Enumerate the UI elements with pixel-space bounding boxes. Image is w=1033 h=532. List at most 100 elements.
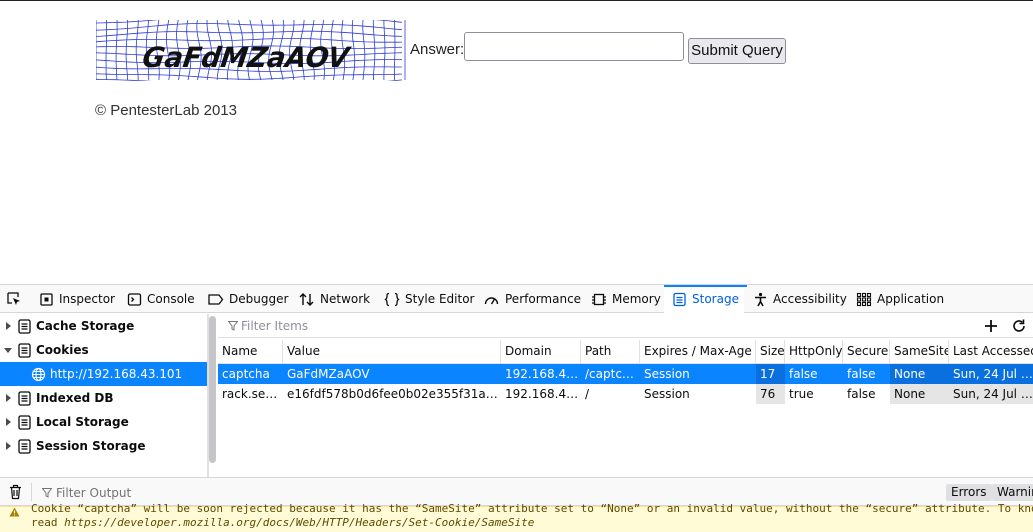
- inspector-icon: [40, 292, 53, 306]
- storage-db-icon: [18, 342, 31, 358]
- cell-samesite: None: [890, 384, 949, 404]
- tab-accessibility[interactable]: Accessibility: [753, 285, 847, 313]
- captcha-grid-line: [372, 20, 376, 81]
- table-row[interactable]: captcha GaFdMZaAOV 192.168.43.101 /captc…: [218, 364, 1033, 384]
- storage-icon: [673, 292, 686, 306]
- tab-style-editor[interactable]: Style Editor: [384, 285, 474, 313]
- chevron-down-icon[interactable]: [4, 346, 12, 354]
- style-editor-icon: [384, 292, 400, 306]
- chevron-right-icon[interactable]: [4, 418, 12, 426]
- tab-network-label: Network: [320, 292, 371, 306]
- storage-filter-bar: Filter Items: [218, 314, 1033, 338]
- captcha-grid-line: [96, 30, 403, 37]
- tab-console[interactable]: Console: [127, 285, 195, 313]
- column-header-samesite[interactable]: SameSite: [890, 340, 949, 364]
- cell-last-accessed: Sun, 24 Jul 2022: [949, 364, 1033, 384]
- cell-name: rack.session: [222, 387, 283, 401]
- cell-httponly: true: [789, 387, 814, 401]
- browser-viewport: GaFdMZaAOV Answer: Submit Query © Pentes…: [0, 0, 1033, 532]
- captcha-image: GaFdMZaAOV: [96, 20, 406, 81]
- add-item-icon[interactable]: [983, 318, 999, 334]
- cell-last-accessed: Sun, 24 Jul 2022: [949, 384, 1033, 404]
- filter-icon: [228, 321, 238, 331]
- console-icon: [127, 292, 142, 306]
- tree-item-local-storage[interactable]: Local Storage: [0, 410, 207, 434]
- cell-value: e16fdf578b0d6fee0b02e355f31aaa98a2d4a: [287, 387, 501, 401]
- tab-inspector[interactable]: Inspector: [39, 285, 115, 313]
- tree-item-cookies-host[interactable]: http://192.168.43.101: [0, 362, 207, 386]
- sidebar-scrollbar[interactable]: [209, 316, 216, 463]
- captcha-grid-line: [351, 20, 356, 81]
- tab-style-editor-label: Style Editor: [405, 292, 475, 306]
- cell-size: 17: [756, 364, 785, 384]
- warning-text-line1: Cookie “captcha” will be soon rejected b…: [31, 502, 1033, 515]
- tab-performance[interactable]: Performance: [483, 285, 581, 313]
- console-warning-message: Cookie “captcha” will be soon rejected b…: [0, 502, 1033, 532]
- globe-icon: [31, 367, 46, 381]
- tab-debugger[interactable]: Debugger: [207, 285, 288, 313]
- warnings-filter-button[interactable]: Warnin: [992, 484, 1033, 501]
- answer-label: Answer:: [410, 41, 465, 58]
- tab-debugger-label: Debugger: [229, 292, 289, 306]
- tree-item-cookies[interactable]: Cookies: [0, 338, 207, 362]
- accessibility-icon: [755, 292, 766, 306]
- column-header-last-accessed[interactable]: Last Accessed: [949, 340, 1033, 364]
- cell-domain: 192.168.43.101: [505, 367, 581, 381]
- cell-domain: 192.168.43.101: [505, 387, 581, 401]
- filter-output-input[interactable]: Filter Output: [56, 486, 131, 500]
- cell-samesite: None: [890, 364, 949, 384]
- cell-secure: false: [847, 367, 876, 381]
- tab-memory[interactable]: Memory: [591, 285, 661, 313]
- element-picker-icon[interactable]: [6, 291, 22, 307]
- column-header-name[interactable]: Name: [218, 340, 283, 364]
- column-header-expires[interactable]: Expires / Max-Age: [640, 340, 756, 364]
- column-header-secure[interactable]: Secure: [843, 340, 890, 364]
- storage-sidebar: Cache Storage Cookies http://192.168.43.…: [0, 314, 207, 477]
- filter-items-input[interactable]: Filter Items: [241, 319, 308, 333]
- tree-item-indexed-db[interactable]: Indexed DB: [0, 386, 207, 410]
- chevron-right-icon[interactable]: [4, 322, 12, 330]
- warning-link[interactable]: https://developer.mozilla.org/docs/Web/H…: [64, 516, 534, 529]
- tree-item-label: Indexed DB: [36, 391, 114, 405]
- warning-text-prefix: read: [31, 516, 65, 529]
- toolbar-separator: [31, 483, 32, 501]
- column-header-path[interactable]: Path: [581, 340, 640, 364]
- answer-input[interactable]: [464, 32, 684, 61]
- storage-db-icon: [18, 390, 31, 406]
- filter-icon: [42, 488, 52, 498]
- debugger-icon: [208, 293, 224, 305]
- cell-size: 76: [756, 384, 785, 404]
- tree-item-cache-storage[interactable]: Cache Storage: [0, 314, 207, 338]
- tree-item-label: Cookies: [36, 343, 89, 357]
- chevron-right-icon[interactable]: [4, 394, 12, 402]
- window-top-border: [0, 0, 1033, 1]
- tree-item-label: Session Storage: [36, 439, 146, 453]
- devtools-tabbar: Inspector Console Debugger Network Style…: [0, 285, 1033, 313]
- column-header-size[interactable]: Size: [756, 340, 785, 364]
- tab-storage[interactable]: Storage: [664, 285, 747, 313]
- submit-button[interactable]: Submit Query: [688, 38, 786, 64]
- captcha-grid-line: [125, 20, 129, 81]
- cell-httponly: false: [789, 367, 818, 381]
- table-row[interactable]: rack.session e16fdf578b0d6fee0b02e355f31…: [218, 384, 1033, 404]
- tab-application[interactable]: Application: [856, 285, 944, 313]
- captcha-grid-line: [383, 20, 386, 80]
- warning-text-line2: read https://developer.mozilla.org/docs/…: [31, 516, 534, 529]
- tab-network[interactable]: Network: [298, 285, 370, 313]
- column-header-httponly[interactable]: HttpOnly: [785, 340, 843, 364]
- errors-filter-button[interactable]: Errors: [946, 484, 992, 501]
- network-icon: [299, 292, 314, 306]
- captcha-text: GaFdMZaAOV: [140, 41, 353, 74]
- warning-icon: [9, 507, 20, 517]
- refresh-icon[interactable]: [1011, 318, 1027, 334]
- captcha-grid-line: [135, 20, 139, 81]
- column-header-value[interactable]: Value: [283, 340, 501, 364]
- captcha-grid-line: [96, 23, 403, 31]
- column-header-domain[interactable]: Domain: [501, 340, 581, 364]
- chevron-right-icon[interactable]: [4, 442, 12, 450]
- trash-icon[interactable]: [9, 484, 22, 500]
- tree-item-session-storage[interactable]: Session Storage: [0, 434, 207, 458]
- captcha-grid-line: [362, 20, 366, 81]
- tab-performance-label: Performance: [505, 292, 582, 306]
- captcha-grid-line: [96, 20, 403, 24]
